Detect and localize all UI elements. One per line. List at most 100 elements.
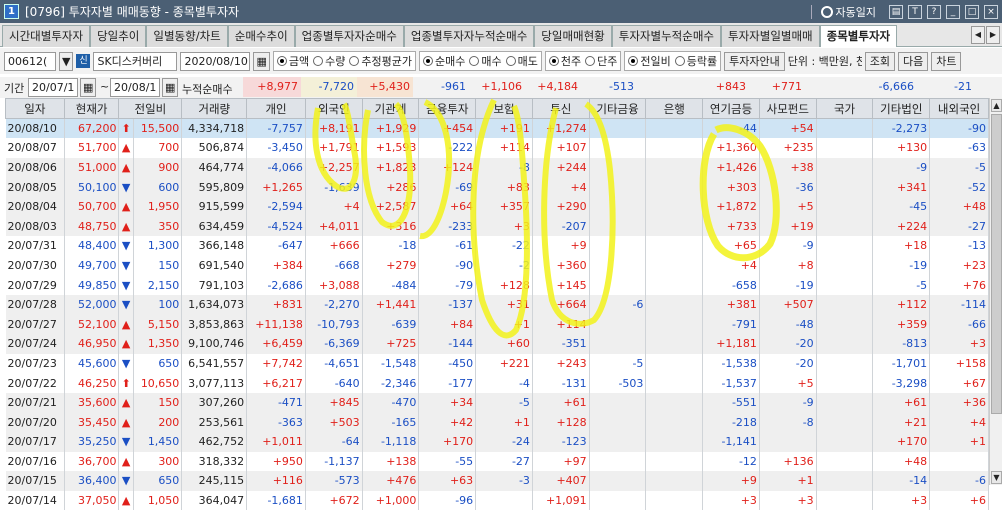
header-8[interactable]: 보험 — [475, 98, 533, 119]
lookup-button[interactable]: 조회 — [864, 51, 895, 71]
stock-code-input[interactable]: 00612( — [4, 51, 56, 71]
header-9[interactable]: 투신 — [531, 98, 590, 119]
table-row[interactable]: 20/08/07 51,700 ▲ 700 506,874 -3,450 +1,791 +1,… — [5, 138, 989, 158]
scroll-thumb[interactable] — [991, 114, 1002, 414]
table-row[interactable]: 20/07/29 49,850 ▼ 2,150 791,103 -2,686 +3,088-… — [5, 275, 989, 295]
table-row[interactable]: 20/07/20 35,450 ▲ 200 253,561 -363 +503 -165 +42… — [5, 412, 989, 432]
tab-2[interactable]: 일별동향/차트 — [146, 25, 228, 47]
tab-7[interactable]: 투자자별누적순매수 — [611, 25, 721, 47]
header-4[interactable]: 개인 — [246, 98, 306, 119]
header-1[interactable]: 현재가 — [63, 98, 120, 119]
header-0[interactable]: 일자 — [5, 98, 65, 119]
mode_radios-0[interactable]: 금액 — [276, 53, 309, 69]
table-row[interactable]: 20/07/14 37,050 ▲ 1,050 364,047 -1,681 +672 +1,… — [5, 490, 989, 510]
table-row[interactable]: 20/07/23 45,600 ▼ 650 6,541,557 +7,742 -4,651-… — [5, 353, 989, 374]
value-cell — [645, 138, 704, 158]
header-5[interactable]: 외국인 — [304, 98, 363, 119]
period-from-input[interactable]: 20/07/1 — [28, 78, 78, 97]
tab-4[interactable]: 업종별투자자순매수 — [294, 25, 404, 47]
maximize-icon[interactable]: □ — [965, 4, 979, 19]
calendar-icon[interactable]: ▦ — [80, 78, 97, 97]
value-cell: +1 — [475, 412, 533, 432]
period-to-input[interactable]: 20/08/1 — [110, 78, 160, 97]
radio-icon[interactable] — [548, 56, 559, 66]
autolog-button[interactable]: 자동일지 — [820, 4, 876, 20]
tab-5[interactable]: 업종별투자자누적순매수 — [403, 25, 535, 47]
header-6[interactable]: 기관계 — [361, 98, 420, 119]
radio-icon[interactable] — [505, 56, 516, 66]
help-icon[interactable]: ? — [927, 4, 941, 19]
value-cell: +303 — [702, 177, 760, 197]
vertical-scrollbar[interactable]: ▲ ▼ — [989, 98, 1002, 485]
table-row[interactable]: 20/08/05 50,100 ▼ 600 595,809 +1,265 -1,639 +28… — [5, 177, 989, 197]
table-row[interactable]: 20/08/04 50,700 ▲ 1,950 915,599 -2,594 +4 +2,58… — [5, 196, 989, 217]
header-11[interactable]: 은행 — [645, 98, 704, 119]
unit_radios-1[interactable]: 단주 — [585, 53, 617, 69]
header-16[interactable]: 내외국인 — [929, 98, 989, 119]
unit_radios-0[interactable]: 천주 — [548, 53, 581, 69]
radio-icon[interactable] — [313, 56, 324, 66]
date-input[interactable]: 2020/08/10 — [180, 51, 251, 71]
header-13[interactable]: 사모펀드 — [758, 98, 817, 119]
scroll-up-icon[interactable]: ▲ — [991, 99, 1002, 112]
control-bar: 00612( ▼ 신 SK디스커버리 2020/08/10 ▦ 금액 수량 추정평균… — [0, 48, 1002, 74]
side_radios-0[interactable]: 순매수 — [422, 53, 465, 69]
chart-button[interactable]: 차트 — [931, 51, 962, 71]
tab-3[interactable]: 순매수추이 — [227, 25, 295, 47]
tab-left-icon[interactable]: ◀ — [971, 26, 985, 44]
scroll-down-icon[interactable]: ▼ — [991, 471, 1002, 484]
calendar-icon[interactable]: ▦ — [162, 78, 179, 97]
header-14[interactable]: 국가 — [815, 98, 874, 119]
header-7[interactable]: 금융투자 — [418, 98, 477, 119]
tab-0[interactable]: 시간대별투자자 — [2, 25, 91, 47]
next-button[interactable]: 다음 — [897, 51, 929, 71]
text-icon[interactable]: T — [908, 4, 922, 19]
radio-icon[interactable] — [276, 56, 287, 66]
table-row[interactable]: 20/08/03 48,750 ▲ 350 634,459 -4,524 +4,011 +31… — [5, 216, 989, 237]
table-row[interactable]: 20/07/22 46,250 ⬆ 10,650 3,077,113 +6,217 -640… — [5, 373, 989, 393]
print-icon[interactable]: ▤ — [889, 4, 903, 19]
table-row[interactable]: 20/08/10 67,200 ⬆ 15,500 4,334,718 -7,757 +8,1… — [5, 118, 989, 139]
radio-icon[interactable] — [349, 56, 360, 66]
tab-1[interactable]: 당일추이 — [90, 25, 147, 47]
header-10[interactable]: 기타금융 — [588, 98, 647, 119]
value-cell: +170 — [418, 432, 477, 452]
compare_radios-1[interactable]: 등락률 — [674, 53, 717, 69]
mode_radios-1[interactable]: 수량 — [313, 53, 345, 69]
table-row[interactable]: 20/07/28 52,000 ▼ 100 1,634,073 +831 -2,270 +1,… — [5, 294, 989, 315]
header-15[interactable]: 기타법인 — [872, 98, 931, 119]
tab-right-icon[interactable]: ▶ — [986, 26, 1000, 44]
radio-icon[interactable] — [628, 56, 639, 66]
table-row[interactable]: 20/07/17 35,250 ▼ 1,450 462,752 +1,011 -64 -1,1… — [5, 432, 989, 452]
code-dropdown-icon[interactable]: ▼ — [59, 51, 74, 71]
side_radios-2[interactable]: 매도 — [505, 53, 538, 69]
minimize-icon[interactable]: _ — [946, 4, 960, 19]
value-cell: 464,774 — [181, 157, 248, 178]
table-row[interactable]: 20/08/06 51,000 ▲ 900 464,774 -4,066 +2,257 +1,… — [5, 157, 989, 178]
header-2[interactable]: 전일비 — [118, 98, 183, 119]
header-12[interactable]: 연기금등 — [702, 98, 760, 119]
table-row[interactable]: 20/07/24 46,950 ▲ 1,350 9,100,746 +6,459 -6,36… — [5, 334, 989, 354]
radio-icon[interactable] — [469, 56, 480, 66]
header-3[interactable]: 거래량 — [181, 98, 248, 119]
mode_radios-2[interactable]: 추정평균가 — [349, 53, 412, 69]
value-cell: +38 — [759, 157, 817, 178]
close-icon[interactable]: × — [984, 4, 998, 19]
compare_radios-0[interactable]: 전일비 — [628, 53, 671, 69]
radio-icon[interactable] — [422, 56, 433, 66]
radio-icon[interactable] — [674, 56, 685, 66]
tab-9[interactable]: 종목별투자자 — [819, 25, 898, 47]
radio-icon[interactable] — [585, 56, 596, 66]
calendar-icon[interactable]: ▦ — [253, 51, 270, 71]
side_radios-1[interactable]: 매수 — [469, 53, 502, 69]
table-row[interactable]: 20/07/30 49,700 ▼ 150 691,540 +384 -668 +279 -90… — [5, 255, 989, 276]
tab-8[interactable]: 투자자별일별매매 — [721, 25, 820, 47]
table-row[interactable]: 20/07/27 52,100 ▲ 5,150 3,853,863 +11,138 -10,… — [5, 314, 989, 335]
table-row[interactable]: 20/07/15 36,400 ▼ 650 245,115 +116 -573 +476 +63… — [5, 471, 989, 491]
tab-6[interactable]: 당일매매현황 — [534, 25, 612, 47]
investor-guide-button[interactable]: 투자자안내 — [724, 51, 785, 71]
table-row[interactable]: 20/07/21 35,600 ▲ 150 307,260 -471 +845 -470 +34… — [5, 392, 989, 413]
table-row[interactable]: 20/07/16 36,700 ▲ 300 318,332 +950 -1,137 +138-… — [5, 451, 989, 472]
value-cell — [645, 216, 704, 237]
table-row[interactable]: 20/07/31 48,400 ▼ 1,300 366,148 -647 +666 -18 -6… — [5, 236, 989, 256]
